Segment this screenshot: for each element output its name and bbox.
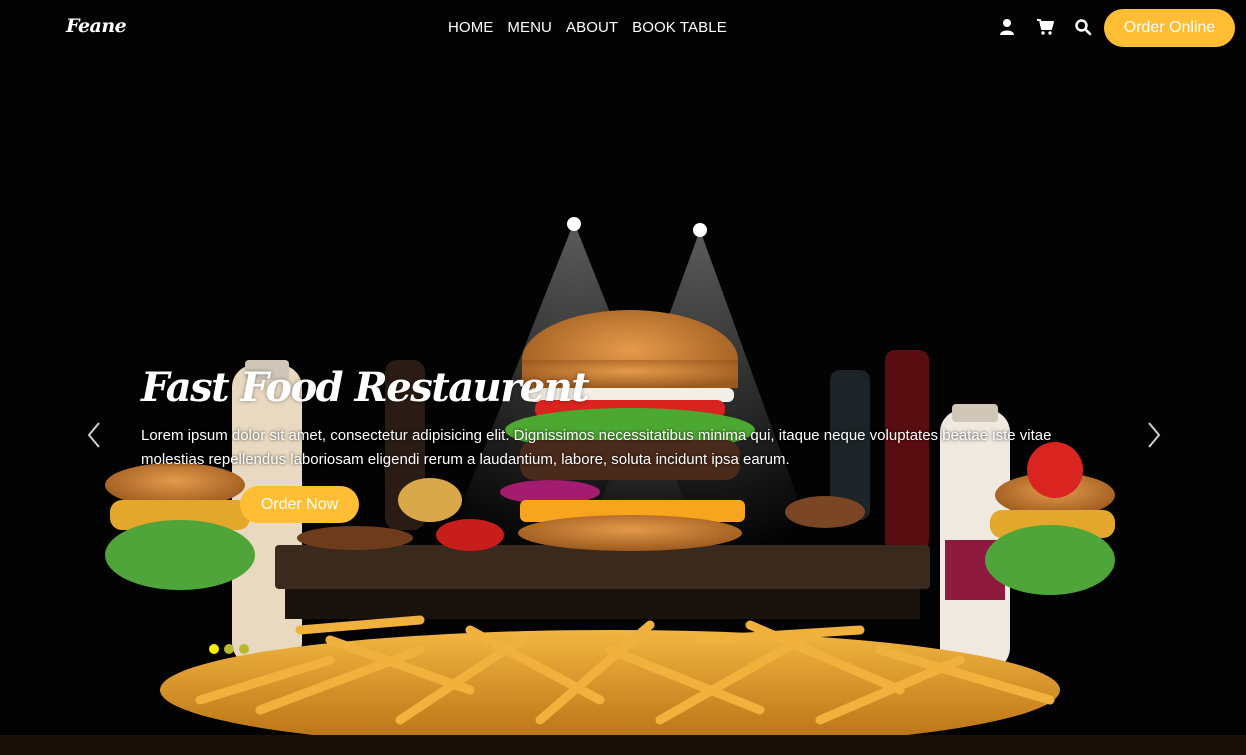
carousel-prev-button[interactable] bbox=[84, 420, 106, 450]
nav-item-book-table[interactable]: BOOK TABLE bbox=[632, 19, 727, 36]
nav-item-menu[interactable]: MENU bbox=[507, 19, 552, 36]
chevron-right-icon bbox=[1148, 422, 1161, 448]
nav-item-about[interactable]: ABOUT bbox=[566, 19, 618, 36]
carousel-indicators bbox=[209, 644, 249, 654]
carousel-dot[interactable] bbox=[239, 644, 249, 654]
header-icons bbox=[998, 18, 1092, 36]
carousel-dot[interactable] bbox=[224, 644, 234, 654]
slide-description: Lorem ipsum dolor sit amet, consectetur … bbox=[141, 427, 1052, 468]
order-now-button[interactable]: Order Now bbox=[240, 486, 359, 523]
order-online-button[interactable]: Order Online bbox=[1104, 9, 1235, 47]
search-icon[interactable] bbox=[1074, 18, 1092, 36]
chevron-left-icon bbox=[87, 422, 100, 448]
site-header: Feane HOME MENU ABOUT BOOK TABLE Order O… bbox=[0, 0, 1246, 58]
carousel-dot[interactable] bbox=[209, 644, 219, 654]
nav-item-home[interactable]: HOME bbox=[448, 19, 493, 36]
cart-icon[interactable] bbox=[1036, 18, 1054, 36]
main-nav: HOME MENU ABOUT BOOK TABLE bbox=[448, 19, 727, 36]
slide-title: Fast Food Restaurent bbox=[141, 364, 590, 411]
carousel-next-button[interactable] bbox=[1142, 420, 1164, 450]
brand-logo[interactable]: Feane bbox=[66, 15, 127, 37]
user-icon[interactable] bbox=[998, 18, 1016, 36]
